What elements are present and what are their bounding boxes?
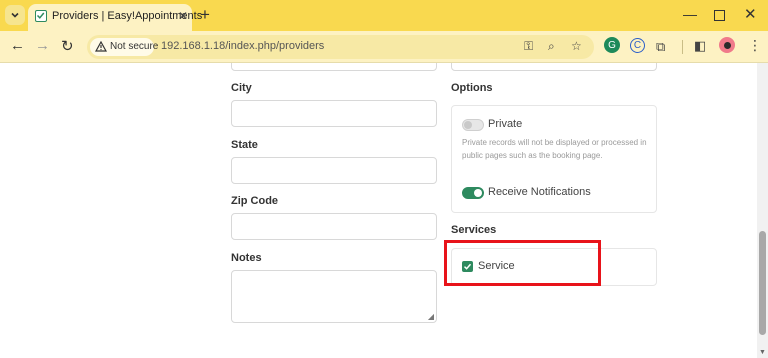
notifications-toggle[interactable] (462, 187, 484, 199)
profile-avatar[interactable] (719, 37, 735, 53)
notes-label: Notes (231, 252, 262, 264)
previous-right-input-field[interactable] (451, 63, 657, 71)
calendar-check-icon (35, 10, 47, 22)
forward-arrow-icon[interactable]: → (35, 37, 50, 54)
options-label: Options (451, 82, 493, 94)
state-input[interactable] (231, 157, 437, 184)
scrollbar-thumb[interactable] (759, 231, 766, 335)
city-label: City (231, 82, 252, 94)
zip-code-input[interactable] (231, 213, 437, 240)
maximize-icon[interactable] (714, 10, 725, 21)
zoom-icon[interactable]: ⌕ (548, 39, 555, 54)
city-input[interactable] (231, 100, 437, 127)
grammarly-extension-icon[interactable]: G (604, 37, 620, 53)
browser-toolbar: ← → ↻ Not secure 192.168.1.18/index.php/… (0, 31, 768, 63)
warning-icon (95, 41, 107, 52)
toolbar-divider (682, 40, 683, 54)
window-close-icon[interactable]: ✕ (744, 5, 757, 23)
service-item-label: Service (478, 260, 515, 272)
extensions-puzzle-icon[interactable]: ⧉ (656, 39, 665, 55)
copyright-extension-icon[interactable]: C (630, 38, 645, 53)
private-help-text: Private records will not be displayed or… (462, 138, 647, 160)
scroll-down-arrow-icon[interactable]: ▼ (759, 349, 766, 356)
service-checkbox[interactable] (462, 261, 473, 272)
key-icon[interactable]: ⚿ (524, 39, 533, 54)
notifications-label: Receive Notifications (488, 186, 591, 198)
url-text[interactable]: 192.168.1.18/index.php/providers (161, 40, 324, 52)
private-label: Private (488, 118, 523, 130)
private-toggle[interactable] (462, 119, 484, 131)
side-panel-icon[interactable]: ◧ (694, 38, 706, 54)
resize-grip-icon[interactable]: ◢ (428, 312, 434, 321)
menu-kebab-icon[interactable]: ⋮ (748, 37, 762, 54)
tab-search-button[interactable] (5, 5, 25, 25)
browser-tab[interactable]: Providers | Easy!Appointments ✕ (28, 4, 202, 31)
security-label: Not secure (110, 41, 159, 52)
options-card: Private Private records will not be disp… (451, 105, 657, 213)
checkmark-icon (463, 263, 472, 270)
tab-strip: Providers | Easy!Appointments ✕ + — ✕ (0, 0, 768, 31)
bookmark-star-icon[interactable]: ☆ (571, 39, 582, 53)
chevron-down-icon (11, 12, 19, 18)
state-label: State (231, 139, 258, 151)
minimize-icon[interactable]: — (683, 6, 697, 22)
back-arrow-icon[interactable]: ← (10, 37, 25, 54)
zip-code-label: Zip Code (231, 195, 279, 207)
new-tab-button[interactable]: + (200, 5, 210, 25)
services-label: Services (451, 224, 497, 236)
page-scrollbar[interactable]: ▼ (757, 63, 768, 358)
reload-icon[interactable]: ↻ (61, 37, 74, 55)
close-tab-icon[interactable]: ✕ (176, 9, 190, 23)
page-content: City State Zip Code Notes ◢ Options Priv… (0, 63, 768, 358)
notes-textarea[interactable]: ◢ (231, 270, 437, 323)
previous-input-field[interactable] (231, 63, 437, 71)
security-indicator[interactable]: Not secure (90, 38, 158, 56)
address-bar[interactable]: Not secure 192.168.1.18/index.php/provid… (87, 35, 594, 59)
services-card: Service (451, 248, 657, 286)
